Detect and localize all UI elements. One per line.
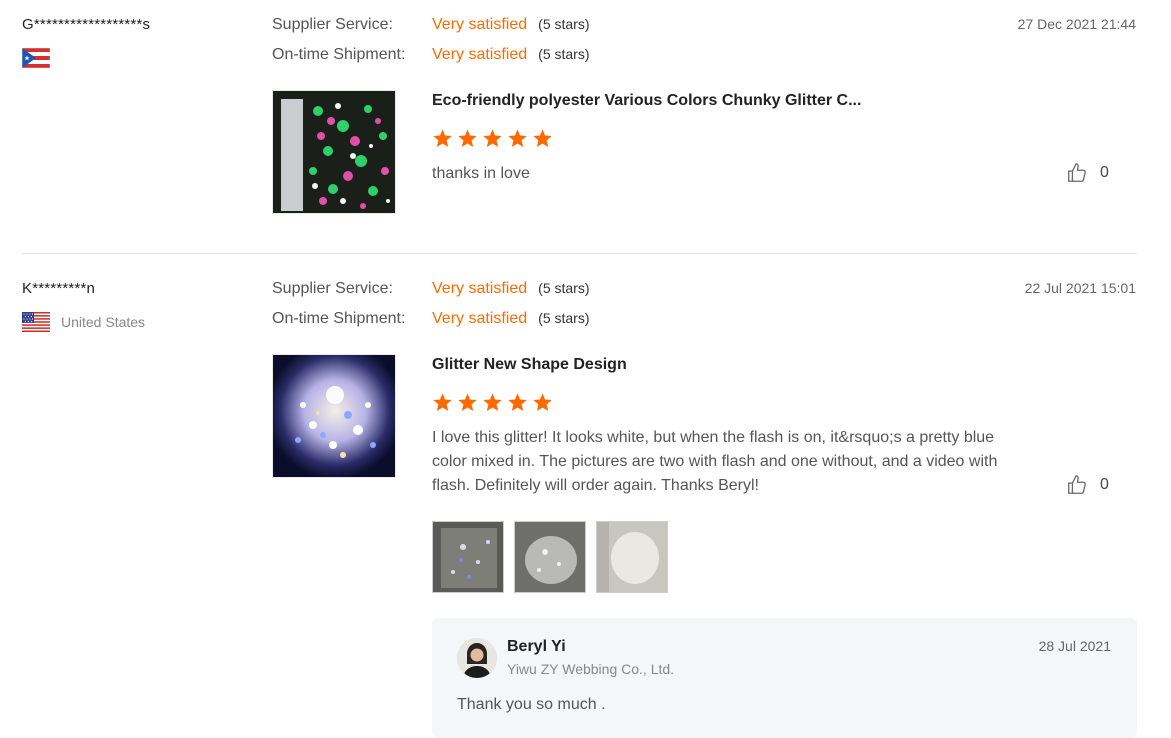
review-photo-image <box>597 522 667 592</box>
review-photos <box>432 521 668 593</box>
puerto-rico-flag-icon <box>22 48 50 68</box>
reply-date: 28 Jul 2021 <box>1038 638 1111 654</box>
product-thumbnail[interactable] <box>272 90 396 214</box>
star-icon <box>533 129 552 147</box>
review-divider <box>22 253 1137 254</box>
star-rating <box>432 128 553 149</box>
ontime-shipment-stars: (5 stars) <box>538 310 590 326</box>
reply-company: Yiwu ZY Webbing Co., Ltd. <box>507 661 675 677</box>
united-states-flag-icon <box>22 312 50 332</box>
like-button[interactable]: 0 <box>1066 474 1109 496</box>
product-title[interactable]: Glitter New Shape Design <box>432 356 627 374</box>
star-icon <box>508 393 527 411</box>
reviewer-name: K*********n <box>22 280 96 297</box>
supplier-service-rating: Supplier Service: Very satisfied (5 star… <box>272 16 590 34</box>
reviewer-name: G******************s <box>22 16 151 33</box>
review-photo-image <box>515 522 585 592</box>
ontime-shipment-value: Very satisfied <box>432 310 528 327</box>
country-name: United States <box>61 314 146 330</box>
ontime-shipment-stars: (5 stars) <box>538 46 590 62</box>
glitter-product-image <box>273 91 395 213</box>
ontime-shipment-value: Very satisfied <box>432 46 528 63</box>
star-icon <box>508 129 527 147</box>
supplier-service-stars: (5 stars) <box>538 280 590 296</box>
reviewer-country <box>22 48 61 68</box>
supplier-service-label: Supplier Service: <box>272 16 393 33</box>
ontime-shipment-label: On-time Shipment: <box>272 46 406 63</box>
reply-author-name: Beryl Yi <box>507 638 566 655</box>
product-title[interactable]: Eco-friendly polyester Various Colors Ch… <box>432 92 861 110</box>
review-photo[interactable] <box>432 521 504 593</box>
star-icon <box>483 129 502 147</box>
star-rating <box>432 392 553 413</box>
review-photo[interactable] <box>514 521 586 593</box>
supplier-service-rating: Supplier Service: Very satisfied (5 star… <box>272 280 590 298</box>
avatar-image <box>457 638 497 678</box>
review-comment: I love this glitter! It looks white, but… <box>432 429 998 494</box>
star-icon <box>433 129 452 147</box>
star-icon <box>458 393 477 411</box>
review-date: 27 Dec 2021 21:44 <box>1017 16 1136 32</box>
supplier-service-value: Very satisfied <box>432 280 528 297</box>
review-photo[interactable] <box>596 521 668 593</box>
reply-text: Thank you so much . <box>457 696 606 713</box>
product-thumbnail[interactable] <box>272 354 396 478</box>
avatar <box>457 638 497 678</box>
reviewer-country: United States <box>22 312 145 332</box>
like-count: 0 <box>1100 476 1109 493</box>
star-icon <box>533 393 552 411</box>
supplier-reply: Beryl Yi Yiwu ZY Webbing Co., Ltd. 28 Ju… <box>432 618 1137 738</box>
glitter-product-image <box>273 355 395 477</box>
review-date: 22 Jul 2021 15:01 <box>1024 280 1136 296</box>
thumbs-up-icon <box>1068 163 1086 182</box>
star-icon <box>458 129 477 147</box>
like-button[interactable]: 0 <box>1066 162 1109 184</box>
ontime-shipment-rating: On-time Shipment: Very satisfied (5 star… <box>272 310 590 328</box>
supplier-service-label: Supplier Service: <box>272 280 393 297</box>
thumbs-up-icon <box>1068 475 1086 494</box>
supplier-service-stars: (5 stars) <box>538 16 590 32</box>
like-count: 0 <box>1100 164 1109 181</box>
ontime-shipment-label: On-time Shipment: <box>272 310 406 327</box>
review-photo-image <box>433 522 503 592</box>
supplier-service-value: Very satisfied <box>432 16 528 33</box>
ontime-shipment-rating: On-time Shipment: Very satisfied (5 star… <box>272 46 590 64</box>
review-comment: thanks in love <box>432 165 530 182</box>
star-icon <box>433 393 452 411</box>
star-icon <box>483 393 502 411</box>
